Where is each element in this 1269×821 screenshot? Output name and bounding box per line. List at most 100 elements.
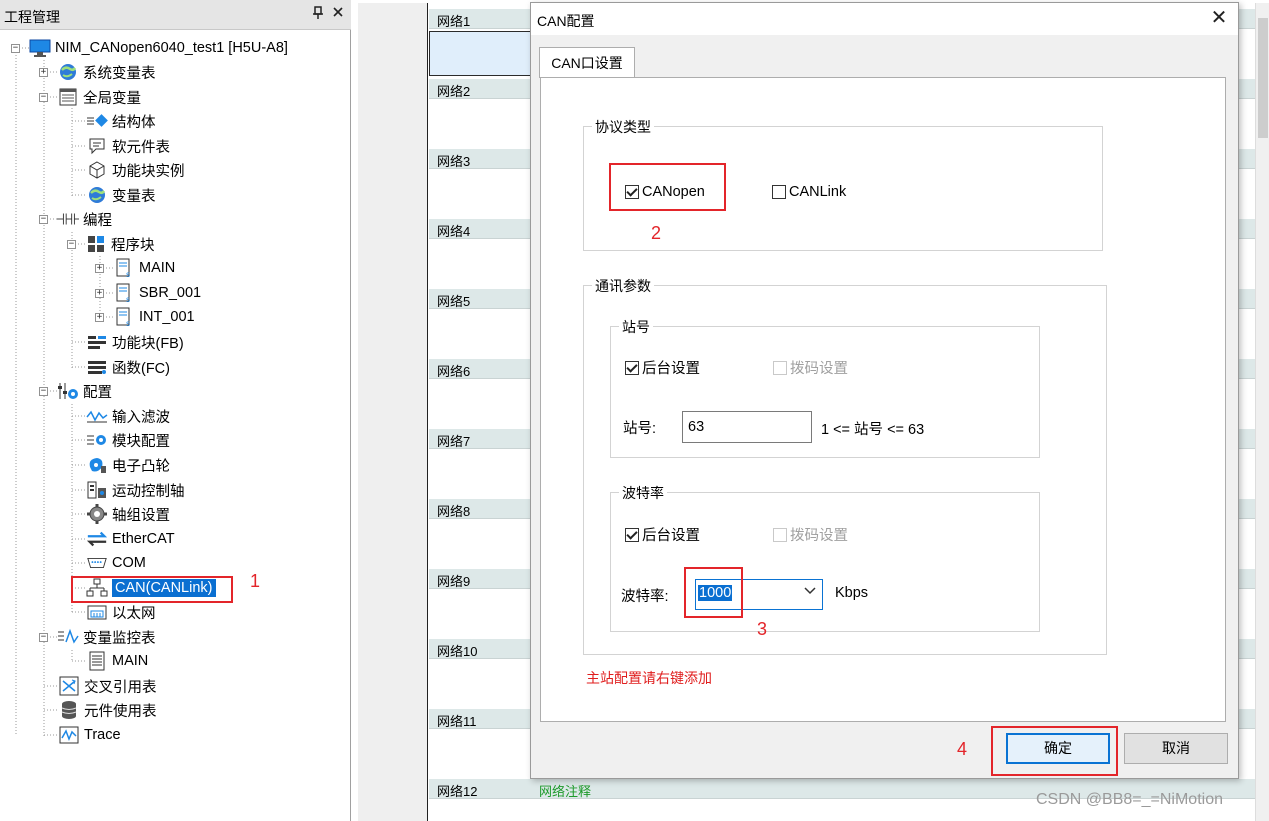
tree-item-program-blocks[interactable]: − 程序块 [67, 233, 155, 255]
collapse-icon[interactable]: − [39, 386, 48, 396]
editor-vertical-scrollbar[interactable] [1255, 3, 1269, 821]
tree-label-cross-ref: 交叉引用表 [84, 679, 157, 696]
tree-item-soft-elements[interactable]: 软元件表 [86, 135, 170, 157]
canlink-checkbox-box[interactable] [772, 185, 786, 199]
tree-item-cam[interactable]: 电子凸轮 [86, 454, 170, 476]
watermark: CSDN @BB8=_=NiMotion [1036, 791, 1223, 808]
database-icon [58, 700, 80, 720]
globe-icon [86, 185, 108, 205]
network-label: 网络6 [437, 364, 471, 379]
expand-icon[interactable]: + [95, 312, 104, 322]
tree-item-fb-instance[interactable]: 功能块实例 [86, 159, 185, 181]
tree-label-programming: 编程 [83, 212, 112, 229]
network-label: 网络7 [437, 434, 471, 449]
tree-item-monitor-table[interactable]: − 变量监控表 [39, 626, 156, 648]
tree-label-int: INT_001 [139, 309, 195, 325]
tree-label-element-usage: 元件使用表 [84, 703, 157, 720]
master-config-hint: 主站配置请右键添加 [586, 670, 712, 686]
station-number-input[interactable] [682, 411, 812, 443]
tree-label-program-blocks: 程序块 [111, 237, 155, 254]
function-icon [86, 357, 108, 377]
canlink-checkbox[interactable]: CANLink [772, 184, 846, 200]
serial-port-icon [86, 553, 108, 573]
baud-field-label: 波特率: [621, 589, 669, 605]
tree-label-cam: 电子凸轮 [112, 458, 170, 475]
tree-item-axis-group[interactable]: 轴组设置 [86, 503, 170, 525]
tree-item-var-table[interactable]: 变量表 [86, 184, 156, 206]
cancel-button[interactable]: 取消 [1124, 733, 1228, 764]
tree-item-module-config[interactable]: 模块配置 [86, 429, 170, 451]
collapse-icon[interactable]: − [11, 43, 20, 53]
tree-item-input-filter[interactable]: 输入滤波 [86, 405, 170, 427]
tree-item-monitor-main[interactable]: MAIN [86, 650, 148, 672]
svg-text:s: s [126, 295, 130, 303]
tree-item-struct[interactable]: 结构体 [86, 110, 156, 132]
collapse-icon[interactable]: − [39, 92, 48, 102]
tree-item-system-vars[interactable]: + 系统变量表 [39, 61, 156, 83]
close-icon[interactable]: ✕ [1205, 6, 1233, 32]
dialog-titlebar: CAN配置 ✕ [531, 3, 1238, 35]
tree-item-trace[interactable]: Trace [58, 724, 121, 746]
station-backend-checkbox[interactable]: 后台设置 [625, 357, 700, 378]
annotation-box-4 [991, 726, 1118, 776]
expand-icon[interactable]: + [95, 263, 104, 273]
tab-can-port-settings[interactable]: CAN口设置 [539, 47, 635, 78]
scrollbar-thumb[interactable] [1258, 18, 1268, 138]
expand-icon[interactable]: + [95, 288, 104, 298]
program-file-icon: s [113, 258, 135, 278]
network-label: 网络2 [437, 84, 471, 99]
chevron-down-icon[interactable] [804, 586, 816, 598]
monitor-wave-icon [57, 627, 79, 647]
blocks-icon [85, 234, 107, 254]
tree-item-motion-axis[interactable]: 运动控制轴 [86, 479, 185, 501]
program-file-icon: s [113, 307, 135, 327]
tree-label-motion-axis: 运动控制轴 [112, 483, 185, 500]
annotation-box-3 [684, 567, 743, 618]
network-comment[interactable]: 网络注释 [539, 781, 591, 800]
tree-item-fc[interactable]: 函数(FC) [86, 356, 170, 378]
collapse-icon[interactable]: − [39, 632, 48, 642]
tree-label-struct: 结构体 [112, 114, 156, 131]
baud-group-title: 波特率 [619, 483, 667, 503]
baud-dip-checkbox: 拨码设置 [773, 524, 848, 545]
network-1-cell[interactable] [429, 31, 531, 76]
expand-icon[interactable]: + [39, 67, 48, 77]
tree-item-sbr[interactable]: + s SBR_001 [95, 282, 201, 304]
baud-backend-label: 后台设置 [642, 528, 700, 544]
tree-item-root[interactable]: − NIM_CANopen6040_test1 [H5U-A8] [11, 37, 288, 59]
tree-item-global-vars[interactable]: − 全局变量 [39, 86, 141, 108]
tree-item-element-usage[interactable]: 元件使用表 [58, 699, 157, 721]
station-field-label: 站号: [623, 421, 657, 437]
tree-item-fb[interactable]: 功能块(FB) [86, 331, 184, 353]
tree-item-ethercat[interactable]: EtherCAT [86, 528, 175, 550]
trace-icon [58, 725, 80, 745]
module-icon [86, 430, 108, 450]
comment-icon [86, 136, 108, 156]
network-label: 网络9 [437, 574, 471, 589]
tree-item-cross-ref[interactable]: 交叉引用表 [58, 675, 157, 697]
collapse-icon[interactable]: − [39, 214, 48, 224]
waveform-icon [86, 406, 108, 426]
tree-label-trace: Trace [84, 727, 121, 743]
tree-label-sbr: SBR_001 [139, 285, 202, 301]
baud-backend-checkbox[interactable]: 后台设置 [625, 524, 700, 545]
cam-icon [86, 455, 108, 475]
tree-label-fb-instance: 功能块实例 [112, 163, 185, 180]
annotation-box-2 [609, 163, 726, 211]
tree-item-ethernet[interactable]: 以太网 [86, 601, 156, 623]
annotation-number-2: 2 [651, 223, 662, 243]
tree-label-monitor-table: 变量监控表 [83, 630, 156, 647]
tree-item-config[interactable]: − 配置 [39, 380, 112, 402]
tree-item-int[interactable]: + s INT_001 [95, 306, 195, 328]
tree-item-main[interactable]: + s MAIN [95, 257, 175, 279]
station-group-title: 站号 [619, 317, 653, 337]
dialog-title: CAN配置 [537, 13, 595, 29]
baud-backend-checkbox-box[interactable] [625, 527, 639, 542]
tree-item-programming[interactable]: − 编程 [39, 208, 112, 230]
tree-label-main: MAIN [139, 260, 176, 276]
tree-label-var-table: 变量表 [112, 188, 156, 205]
station-backend-checkbox-box[interactable] [625, 360, 639, 375]
comm-params-title: 通讯参数 [592, 276, 654, 296]
tree-item-com[interactable]: COM [86, 552, 146, 574]
collapse-icon[interactable]: − [67, 239, 76, 249]
